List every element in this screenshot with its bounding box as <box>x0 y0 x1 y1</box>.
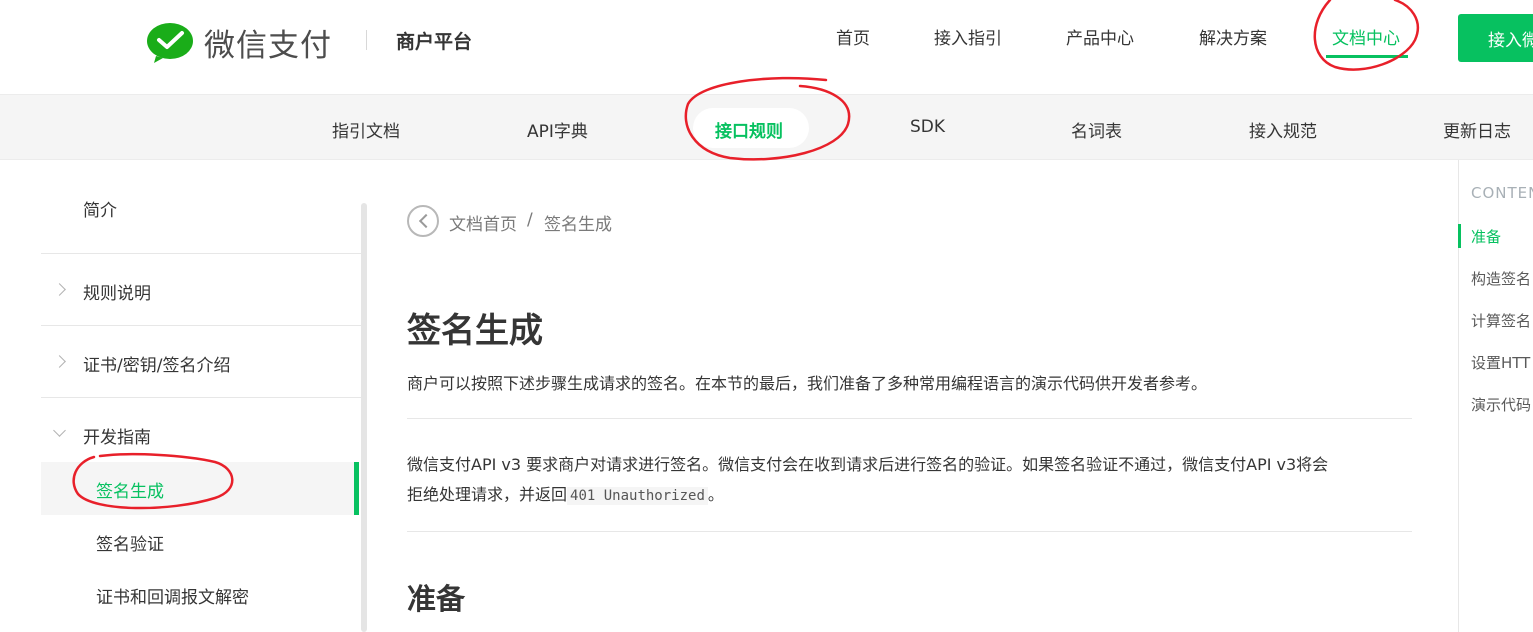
sidebar-scrollbar[interactable] <box>361 203 367 632</box>
breadcrumb-home[interactable]: 文档首页 <box>449 210 517 235</box>
toc-item-construct[interactable]: 构造签名 <box>1471 268 1531 289</box>
tab-api-dictionary[interactable]: API字典 <box>527 117 588 142</box>
sidebar: 简介 规则说明 证书/密钥/签名介绍 开发指南 签名生成 签名验证 证书和回调报… <box>41 160 361 632</box>
toc-item-demo-code[interactable]: 演示代码 <box>1471 394 1531 415</box>
tab-sdk[interactable]: SDK <box>910 117 945 137</box>
sidebar-item-rules[interactable]: 规则说明 <box>41 279 361 304</box>
sidebar-item-sign-generate[interactable]: 签名生成 <box>41 477 361 502</box>
sidebar-item-intro[interactable]: 简介 <box>41 196 361 221</box>
nav-active-underline <box>1326 55 1408 58</box>
sidebar-item-label: 证书/密钥/签名介绍 <box>83 356 231 376</box>
tab-api-rules[interactable]: 接口规则 <box>715 117 783 142</box>
nav-products[interactable]: 产品中心 <box>1066 24 1134 49</box>
body-text: 拒绝处理请求，并返回 <box>407 485 568 504</box>
body-paragraph-line-2: 拒绝处理请求，并返回 401 Unauthorized。 <box>407 480 724 511</box>
sidebar-item-certs[interactable]: 证书/密钥/签名介绍 <box>41 351 361 376</box>
sidebar-divider <box>41 253 361 254</box>
body-text: 。 <box>707 485 724 504</box>
toc-item-set-header[interactable]: 设置HTT <box>1471 352 1530 373</box>
join-button[interactable]: 接入微 <box>1458 14 1533 62</box>
nav-home[interactable]: 首页 <box>836 24 870 49</box>
inline-code: 401 Unauthorized <box>567 487 708 505</box>
sidebar-item-dev-guide[interactable]: 开发指南 <box>41 423 361 448</box>
top-header: 微信支付 商户平台 首页 接入指引 产品中心 解决方案 文档中心 接入微 <box>0 0 1533 94</box>
breadcrumb-separator: / <box>527 210 533 230</box>
toc-active-indicator <box>1458 224 1461 248</box>
body-paragraph-line-1: 微信支付API v3 要求商户对请求进行签名。微信支付会在收到请求后进行签名的验… <box>407 455 1329 474</box>
logo-divider <box>366 30 367 50</box>
sidebar-divider <box>41 397 361 398</box>
page-title: 签名生成 <box>407 311 543 351</box>
brand-logo[interactable]: 微信支付 <box>146 20 332 65</box>
content-divider <box>407 531 1412 532</box>
nav-guide[interactable]: 接入指引 <box>934 24 1002 49</box>
nav-docs[interactable]: 文档中心 <box>1332 24 1400 49</box>
sidebar-item-sign-verify[interactable]: 签名验证 <box>41 530 361 555</box>
intro-paragraph: 商户可以按照下述步骤生成请求的签名。在本节的最后，我们准备了多种常用编程语言的演… <box>407 374 1208 393</box>
tab-guide-docs[interactable]: 指引文档 <box>332 117 400 142</box>
brand-name: 微信支付 <box>204 28 332 64</box>
wechat-pay-logo-icon <box>147 22 193 63</box>
tab-glossary[interactable]: 名词表 <box>1071 117 1122 142</box>
platform-name: 商户平台 <box>396 31 473 53</box>
content-divider <box>407 418 1412 419</box>
sidebar-divider <box>41 325 361 326</box>
sidebar-item-cert-decrypt[interactable]: 证书和回调报文解密 <box>41 583 361 608</box>
tab-changelog[interactable]: 更新日志 <box>1443 117 1511 142</box>
section-heading: 准备 <box>407 582 466 616</box>
back-circle-icon[interactable] <box>407 205 439 237</box>
breadcrumb-current: 签名生成 <box>544 215 612 235</box>
tab-integration-spec[interactable]: 接入规范 <box>1249 117 1317 142</box>
sub-nav: 指引文档 API字典 接口规则 SDK 名词表 接入规范 更新日志 <box>0 94 1533 160</box>
nav-solutions[interactable]: 解决方案 <box>1199 24 1267 49</box>
toc-title: CONTEN <box>1471 184 1533 202</box>
toc-item-prepare[interactable]: 准备 <box>1471 226 1501 247</box>
toc-item-calculate[interactable]: 计算签名 <box>1471 310 1531 331</box>
